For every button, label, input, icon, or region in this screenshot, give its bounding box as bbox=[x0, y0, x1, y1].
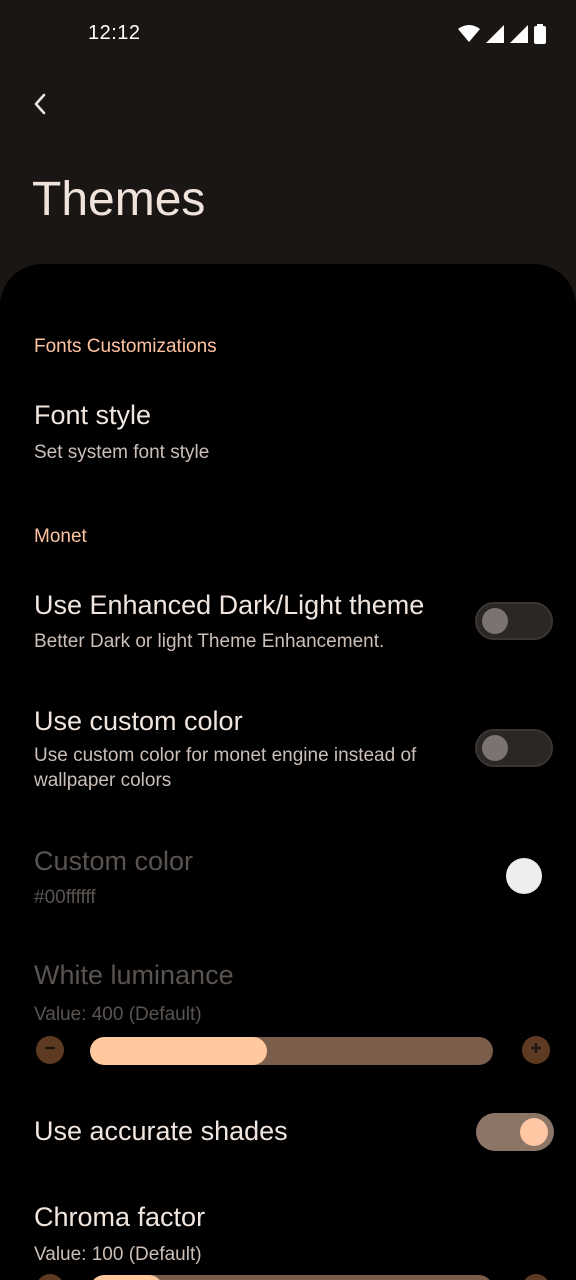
chroma-factor-slider[interactable] bbox=[90, 1275, 493, 1280]
chroma-factor-title: Chroma factor bbox=[34, 1202, 206, 1232]
white-luminance-increase-button[interactable] bbox=[522, 1036, 550, 1064]
accurate-shades-switch[interactable] bbox=[476, 1113, 554, 1151]
font-style-preference[interactable]: Font style Set system font style bbox=[0, 386, 576, 486]
white-luminance-summary: Value: 400 (Default) bbox=[34, 1004, 202, 1025]
custom-color-toggle-title: Use custom color bbox=[34, 706, 243, 736]
switch-thumb bbox=[482, 735, 508, 761]
custom-color-summary: #00ffffff bbox=[34, 887, 96, 908]
signal-icon bbox=[486, 25, 504, 43]
custom-color-swatch[interactable] bbox=[506, 858, 542, 894]
battery-icon bbox=[534, 24, 546, 44]
signal-icon bbox=[510, 25, 528, 43]
status-time: 12:12 bbox=[88, 22, 141, 44]
enhanced-theme-title: Use Enhanced Dark/Light theme bbox=[34, 590, 425, 620]
enhanced-theme-summary: Better Dark or light Theme Enhancement. bbox=[34, 631, 385, 652]
white-luminance-decrease-button[interactable] bbox=[36, 1036, 64, 1064]
section-header-monet: Monet bbox=[34, 526, 87, 547]
font-style-summary: Set system font style bbox=[34, 442, 210, 463]
chroma-factor-summary: Value: 100 (Default) bbox=[34, 1244, 202, 1265]
white-luminance-slider-fill bbox=[90, 1037, 268, 1065]
wifi-icon bbox=[458, 25, 480, 43]
enhanced-theme-switch[interactable] bbox=[475, 602, 553, 640]
font-style-title: Font style bbox=[34, 400, 152, 430]
switch-thumb bbox=[482, 608, 508, 634]
back-arrow-icon bbox=[33, 92, 47, 121]
switch-thumb bbox=[520, 1118, 548, 1146]
back-button[interactable] bbox=[22, 84, 58, 128]
custom-color-title: Custom color bbox=[34, 846, 194, 876]
white-luminance-slider[interactable] bbox=[90, 1037, 493, 1065]
chroma-factor-slider-fill bbox=[90, 1275, 163, 1280]
status-icons bbox=[458, 24, 546, 44]
plus-icon bbox=[529, 1041, 543, 1060]
custom-color-switch[interactable] bbox=[475, 729, 553, 767]
white-luminance-preference: White luminance Value: 400 (Default) bbox=[0, 944, 576, 1034]
custom-color-preference[interactable]: Custom color #00ffffff bbox=[0, 830, 576, 930]
status-bar: 12:12 bbox=[0, 0, 576, 70]
custom-color-toggle-summary-line2: wallpaper colors bbox=[34, 770, 172, 791]
themes-screen: 12:12 Themes Fonts Customizations Font s… bbox=[0, 0, 576, 1280]
white-luminance-title: White luminance bbox=[34, 960, 234, 990]
chroma-factor-preference: Chroma factor Value: 100 (Default) bbox=[0, 1186, 576, 1280]
custom-color-toggle-summary-line1: Use custom color for monet engine instea… bbox=[34, 745, 417, 766]
section-header-fonts: Fonts Customizations bbox=[34, 336, 217, 357]
page-title: Themes bbox=[32, 173, 206, 226]
accurate-shades-title: Use accurate shades bbox=[34, 1116, 288, 1146]
minus-icon bbox=[43, 1041, 57, 1060]
